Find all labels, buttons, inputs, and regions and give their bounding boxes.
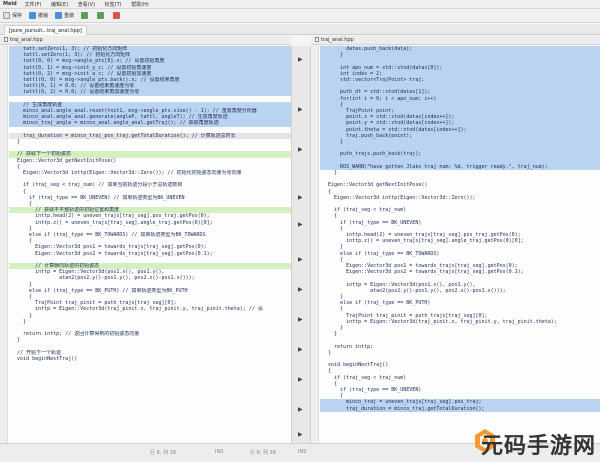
undo-label: 撤销 (38, 13, 49, 19)
merge-arrow-icon[interactable]: ▶ (298, 56, 303, 63)
menu-tabs[interactable]: 标签(T) (105, 2, 122, 8)
menu-bar: 文件(F) 编辑(E) 查看(V) 标签(T) 帮助(H) (25, 1, 157, 8)
redo-button[interactable]: 重做 (55, 12, 74, 19)
menu-help[interactable]: 帮助(H) (131, 2, 149, 8)
stop-icon (113, 12, 121, 19)
app-name: Meld (3, 1, 17, 7)
merge-arrow-icon[interactable]: ▶ (298, 106, 303, 113)
watermark-text: 元码手游网 (480, 434, 596, 459)
left-file-header[interactable]: traj_anal.hpp (0, 36, 291, 45)
right-file-header[interactable]: traj_anal.hpp (311, 36, 600, 45)
undo-icon (29, 12, 37, 19)
redo-label: 重做 (64, 13, 75, 19)
status-mode-right: INS (298, 449, 307, 455)
left-code-pane[interactable]: tatt.setZero(1, 3); // 初始化方向矩阵 tattl.set… (0, 46, 291, 443)
watermark: 元码手游网 (474, 422, 598, 462)
merge-arrow-icon[interactable]: ▶ (298, 286, 303, 293)
right-gutter (311, 46, 319, 443)
right-file-name: traj_anal.hpp (321, 37, 354, 43)
right-code-lines[interactable]: datas.push_back(data); } int apo_num = s… (320, 46, 600, 443)
next-change-button[interactable] (97, 12, 106, 19)
status-mid: 行 8, 列 38 (250, 450, 276, 456)
right-code-pane[interactable]: datas.push_back(data); } int apo_num = s… (311, 46, 600, 443)
merge-arrow-icon[interactable]: ▶ (298, 376, 303, 383)
save-icon (3, 12, 10, 19)
merge-arrow-icon[interactable]: ▶ (298, 221, 303, 228)
window-titlebar: Meld 文件(F) 编辑(E) 查看(V) 标签(T) 帮助(H) (0, 0, 600, 9)
document-icon (315, 37, 319, 42)
toolbar: 保存 撤销 重做 (0, 9, 600, 23)
merge-arrow-icon[interactable]: ▶ (298, 256, 303, 263)
status-left: 行 8, 列 38 (150, 450, 176, 456)
stop-button[interactable] (113, 12, 122, 19)
diff-connector[interactable]: ▶ ▶ ▶ ▶ ▶ ▶ ▶ ▶ ▶ ▶ ▶ ▶ (291, 46, 311, 443)
menu-file[interactable]: 文件(F) (25, 2, 42, 8)
redo-icon (55, 12, 63, 19)
tab-comparison[interactable]: [pure_pursuit...traj_anal.hpp] (4, 25, 87, 35)
merge-arrow-icon[interactable]: ▶ (298, 316, 303, 323)
merge-arrow-icon[interactable]: ▶ (298, 194, 303, 201)
menu-edit[interactable]: 编辑(E) (51, 2, 68, 8)
right-code-line[interactable]: traj_duration = minco_traj.getTotalDurat… (322, 406, 600, 412)
tab-label: [pure_pursuit...traj_anal.hpp] (9, 28, 82, 34)
merge-arrow-icon[interactable]: ▶ (298, 431, 303, 438)
left-code-lines[interactable]: tatt.setZero(1, 3); // 初始化方向矩阵 tattl.set… (9, 46, 291, 443)
up-icon (81, 12, 89, 19)
save-label: 保存 (12, 13, 23, 19)
down-icon (97, 12, 105, 19)
menu-view[interactable]: 查看(V) (78, 2, 95, 8)
merge-arrow-icon[interactable]: ▶ (298, 346, 303, 353)
left-code-line[interactable]: void beginNextTraj() (11, 356, 291, 362)
merge-arrow-icon[interactable]: ▶ (298, 406, 303, 413)
document-icon (4, 37, 8, 42)
status-mode-left: INS (215, 449, 224, 455)
tab-bar: [pure_pursuit...traj_anal.hpp] (0, 24, 600, 35)
undo-button[interactable]: 撤销 (29, 12, 48, 19)
save-button[interactable]: 保存 (3, 12, 22, 19)
left-gutter (0, 46, 8, 443)
merge-arrow-icon[interactable]: ▶ (298, 146, 303, 153)
prev-change-button[interactable] (81, 12, 90, 19)
left-file-name: traj_anal.hpp (10, 37, 43, 43)
